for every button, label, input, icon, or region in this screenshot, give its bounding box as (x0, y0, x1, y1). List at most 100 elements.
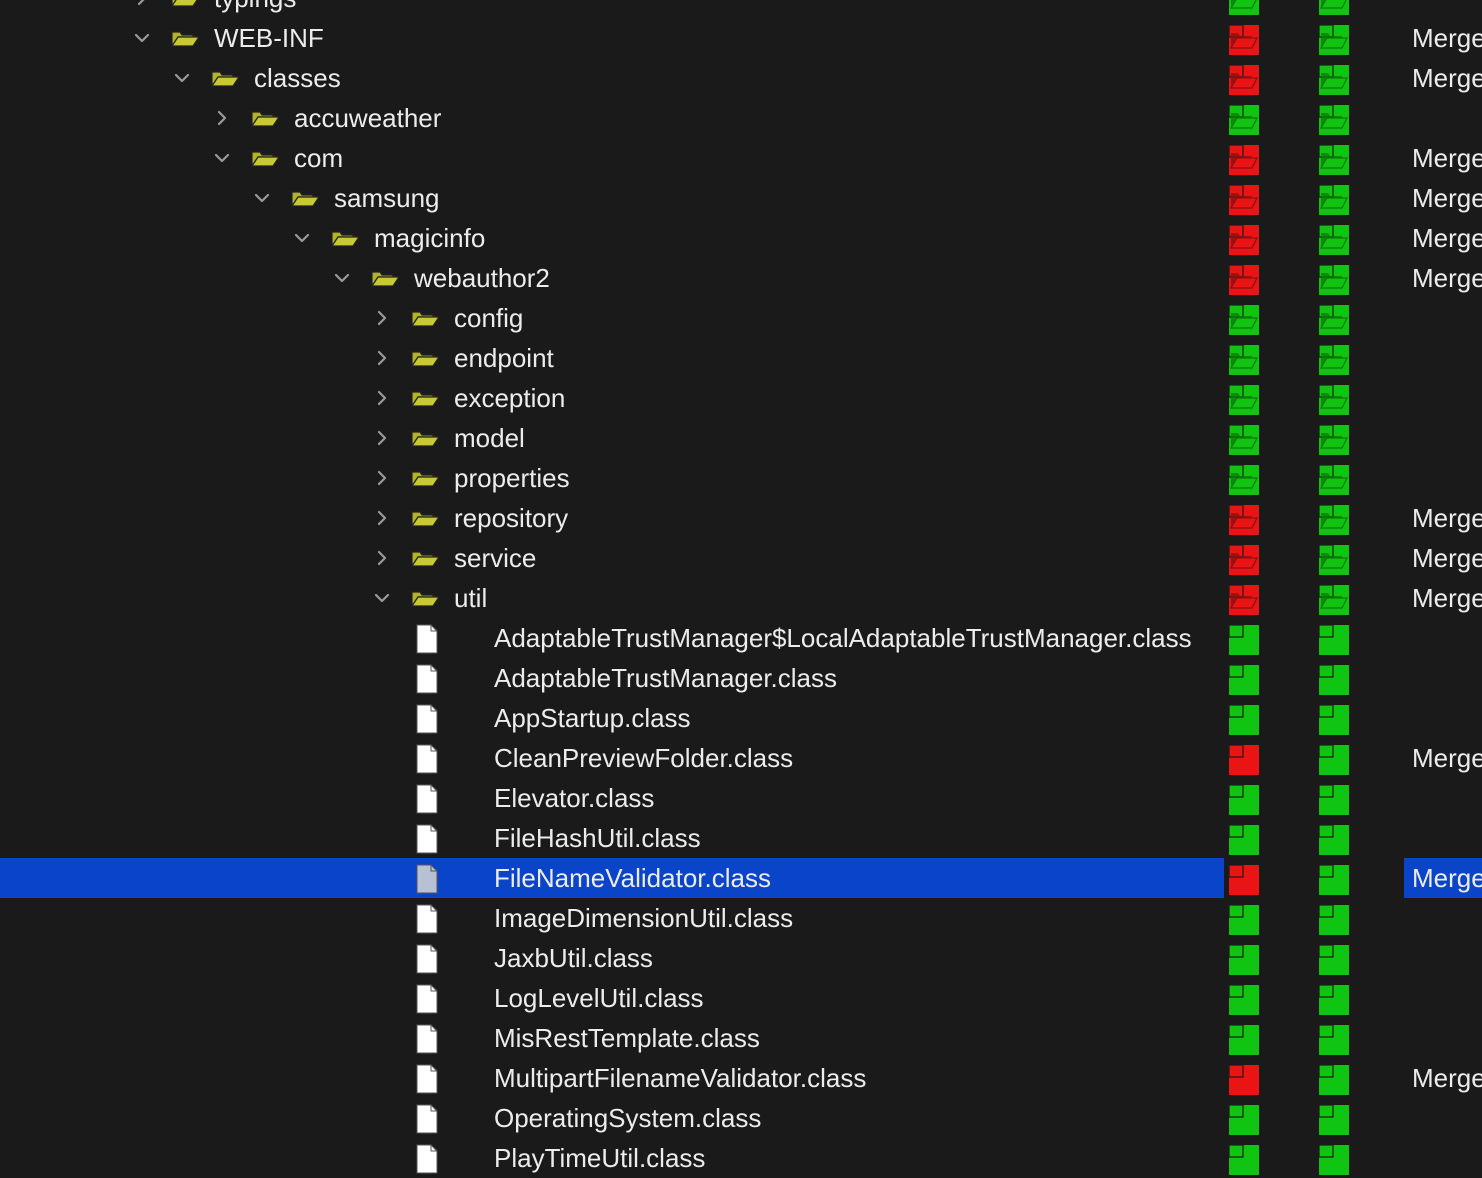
status-same-icon[interactable] (1316, 220, 1350, 256)
tree-file-row[interactable]: JaxbUtil.class (0, 938, 1482, 978)
tree-folder-row[interactable]: model (0, 418, 1482, 458)
chevron-down-icon[interactable] (372, 588, 392, 608)
status-same-icon[interactable] (1226, 820, 1260, 856)
chevron-down-icon[interactable] (332, 268, 352, 288)
tree-folder-row[interactable]: typings (0, 0, 1482, 18)
chevron-down-icon[interactable] (172, 68, 192, 88)
chevron-right-icon[interactable] (372, 428, 392, 448)
status-differs-icon[interactable] (1226, 500, 1260, 536)
status-same-icon[interactable] (1226, 660, 1260, 696)
tree-folder-row[interactable]: util Merge (0, 578, 1482, 618)
tree-folder-row[interactable]: classes Merge (0, 58, 1482, 98)
status-same-icon[interactable] (1226, 1020, 1260, 1056)
status-same-icon[interactable] (1316, 500, 1350, 536)
merge-action[interactable]: Merge (1412, 578, 1482, 618)
status-same-icon[interactable] (1316, 1140, 1350, 1176)
tree-file-row[interactable]: AdaptableTrustManager.class (0, 658, 1482, 698)
chevron-down-icon[interactable] (252, 188, 272, 208)
chevron-right-icon[interactable] (372, 508, 392, 528)
status-same-icon[interactable] (1226, 620, 1260, 656)
status-same-icon[interactable] (1316, 0, 1350, 16)
merge-action[interactable]: Merge (1412, 538, 1482, 578)
status-same-icon[interactable] (1316, 700, 1350, 736)
tree-file-row[interactable]: CleanPreviewFolder.class Merge (0, 738, 1482, 778)
tree-folder-row[interactable]: service Merge (0, 538, 1482, 578)
tree-folder-row[interactable]: properties (0, 458, 1482, 498)
tree-folder-row[interactable]: accuweather (0, 98, 1482, 138)
status-same-icon[interactable] (1226, 1100, 1260, 1136)
status-same-icon[interactable] (1226, 900, 1260, 936)
status-same-icon[interactable] (1316, 140, 1350, 176)
status-same-icon[interactable] (1316, 660, 1350, 696)
status-differs-icon[interactable] (1226, 1060, 1260, 1096)
tree-file-row[interactable]: FileNameValidator.class Merge (0, 858, 1482, 898)
status-differs-icon[interactable] (1226, 580, 1260, 616)
status-same-icon[interactable] (1316, 460, 1350, 496)
status-same-icon[interactable] (1226, 380, 1260, 416)
chevron-down-icon[interactable] (292, 228, 312, 248)
status-same-icon[interactable] (1316, 780, 1350, 816)
status-differs-icon[interactable] (1226, 540, 1260, 576)
status-same-icon[interactable] (1316, 540, 1350, 576)
merge-action[interactable]: Merge (1412, 1058, 1482, 1098)
status-same-icon[interactable] (1226, 0, 1260, 16)
chevron-down-icon[interactable] (212, 148, 232, 168)
merge-action[interactable]: Merge (1412, 18, 1482, 58)
tree-file-row[interactable]: AdaptableTrustManager$LocalAdaptableTrus… (0, 618, 1482, 658)
tree-file-row[interactable]: MultipartFilenameValidator.class Merge (0, 1058, 1482, 1098)
tree-folder-row[interactable]: samsung Merge (0, 178, 1482, 218)
status-same-icon[interactable] (1316, 580, 1350, 616)
status-differs-icon[interactable] (1226, 20, 1260, 56)
status-same-icon[interactable] (1316, 60, 1350, 96)
status-same-icon[interactable] (1226, 340, 1260, 376)
status-same-icon[interactable] (1316, 100, 1350, 136)
tree-file-row[interactable]: OperatingSystem.class (0, 1098, 1482, 1138)
tree-folder-row[interactable]: webauthor2 Merge (0, 258, 1482, 298)
status-same-icon[interactable] (1226, 940, 1260, 976)
merge-action[interactable]: Merge (1412, 178, 1482, 218)
tree-file-row[interactable]: PlayTimeUtil.class (0, 1138, 1482, 1178)
status-same-icon[interactable] (1226, 420, 1260, 456)
status-same-icon[interactable] (1316, 1020, 1350, 1056)
status-same-icon[interactable] (1316, 420, 1350, 456)
tree-folder-row[interactable]: config (0, 298, 1482, 338)
merge-action[interactable]: Merge (1412, 138, 1482, 178)
status-differs-icon[interactable] (1226, 860, 1260, 896)
status-same-icon[interactable] (1316, 860, 1350, 896)
chevron-right-icon[interactable] (372, 308, 392, 328)
status-same-icon[interactable] (1316, 620, 1350, 656)
chevron-right-icon[interactable] (372, 548, 392, 568)
status-differs-icon[interactable] (1226, 140, 1260, 176)
tree-folder-row[interactable]: com Merge (0, 138, 1482, 178)
status-same-icon[interactable] (1226, 1140, 1260, 1176)
status-differs-icon[interactable] (1226, 740, 1260, 776)
status-same-icon[interactable] (1316, 820, 1350, 856)
merge-action[interactable]: Merge (1412, 218, 1482, 258)
status-same-icon[interactable] (1226, 100, 1260, 136)
status-same-icon[interactable] (1316, 740, 1350, 776)
status-same-icon[interactable] (1316, 380, 1350, 416)
status-same-icon[interactable] (1316, 300, 1350, 336)
tree-folder-row[interactable]: endpoint (0, 338, 1482, 378)
tree-file-row[interactable]: ImageDimensionUtil.class (0, 898, 1482, 938)
tree-file-row[interactable]: LogLevelUtil.class (0, 978, 1482, 1018)
chevron-right-icon[interactable] (372, 468, 392, 488)
status-differs-icon[interactable] (1226, 180, 1260, 216)
tree-file-row[interactable]: FileHashUtil.class (0, 818, 1482, 858)
chevron-right-icon[interactable] (372, 388, 392, 408)
chevron-right-icon[interactable] (132, 0, 152, 8)
tree-folder-row[interactable]: magicinfo Merge (0, 218, 1482, 258)
chevron-down-icon[interactable] (132, 28, 152, 48)
status-same-icon[interactable] (1316, 340, 1350, 376)
status-same-icon[interactable] (1226, 700, 1260, 736)
status-same-icon[interactable] (1226, 980, 1260, 1016)
status-same-icon[interactable] (1226, 780, 1260, 816)
status-differs-icon[interactable] (1226, 260, 1260, 296)
tree-file-row[interactable]: AppStartup.class (0, 698, 1482, 738)
status-same-icon[interactable] (1226, 460, 1260, 496)
merge-action[interactable]: Merge (1412, 858, 1482, 898)
chevron-right-icon[interactable] (372, 348, 392, 368)
tree-folder-row[interactable]: repository Merge (0, 498, 1482, 538)
tree-folder-row[interactable]: exception (0, 378, 1482, 418)
status-same-icon[interactable] (1316, 1060, 1350, 1096)
